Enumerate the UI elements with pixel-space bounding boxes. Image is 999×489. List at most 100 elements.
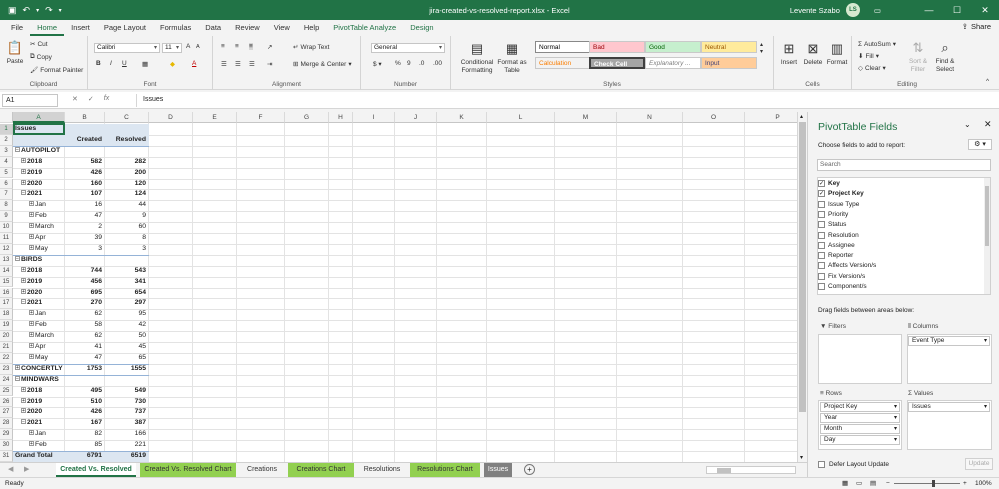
scroll-thumb[interactable] (799, 122, 806, 412)
expand-icon[interactable]: + (29, 223, 34, 229)
save-icon[interactable]: ▣ (8, 5, 17, 16)
value-created[interactable]: 3 (65, 244, 102, 255)
value-resolved[interactable]: 60 (105, 222, 146, 233)
sheet-tab[interactable]: Creations Chart (288, 463, 354, 477)
align-left-icon[interactable]: ☰ (221, 60, 227, 68)
percent-icon[interactable]: % (395, 60, 401, 67)
collapse-icon[interactable]: − (15, 375, 20, 381)
row-header[interactable]: 16 (0, 287, 13, 299)
field-search-input[interactable]: Search (817, 159, 991, 171)
conditional-formatting-button[interactable]: ▤ Conditional Formatting (455, 41, 499, 74)
column-header[interactable]: K (437, 112, 487, 123)
fill-color-icon[interactable]: ◆ (170, 60, 175, 68)
tab-design[interactable]: Design (403, 20, 440, 36)
tab-help[interactable]: Help (297, 20, 326, 36)
copy-button[interactable]: ⧉ Copy (30, 53, 52, 61)
value-created[interactable]: 582 (65, 157, 102, 168)
delete-cells-button[interactable]: ⊠ Delete (802, 41, 824, 67)
rows-item-project-key[interactable]: Project Key (820, 402, 900, 412)
column-header[interactable]: D (149, 112, 193, 123)
value-created[interactable]: 47 (65, 353, 102, 364)
expand-icon[interactable]: + (21, 277, 26, 283)
expand-icon[interactable]: + (21, 288, 26, 294)
value-resolved[interactable]: 3 (105, 244, 146, 255)
cell-style-bad[interactable]: Bad (589, 41, 645, 53)
value-created[interactable]: 41 (65, 342, 102, 353)
pivot-field-item[interactable]: Priority (818, 210, 848, 218)
add-sheet-icon[interactable]: + (524, 464, 535, 475)
row-header[interactable]: 20 (0, 331, 13, 342)
row-header[interactable]: 22 (0, 352, 13, 364)
share-button[interactable]: ⇪ Share (962, 22, 991, 31)
value-resolved[interactable]: 50 (105, 331, 146, 342)
page-break-view-icon[interactable]: ▤ (870, 478, 876, 489)
zoom-level[interactable]: 100% (975, 478, 992, 489)
row-header[interactable]: 6 (0, 178, 13, 190)
unchecked-checkbox[interactable] (818, 272, 825, 280)
unchecked-checkbox[interactable] (818, 283, 825, 290)
font-color-icon[interactable]: A (192, 60, 196, 67)
sheet-tab[interactable]: Resolutions (358, 463, 406, 477)
value-resolved[interactable]: 387 (105, 418, 146, 429)
value-resolved[interactable]: 1555 (105, 364, 146, 375)
unchecked-checkbox[interactable] (818, 210, 825, 218)
row-header[interactable]: 17 (0, 298, 13, 310)
cell-style-calculation[interactable]: Calculation (535, 57, 591, 69)
pivot-row-label[interactable]: − BIRDS (15, 255, 85, 266)
value-created[interactable]: 58 (65, 320, 102, 331)
row-header[interactable]: 24 (0, 374, 13, 386)
column-header[interactable]: M (555, 112, 617, 123)
field-list-settings-icon[interactable]: ⚙ ▾ (968, 139, 992, 150)
column-header[interactable]: A (13, 112, 65, 123)
increase-decimal-icon[interactable]: .0 (419, 60, 424, 67)
cell-style-check-cell[interactable]: Check Cell (589, 57, 645, 69)
pivot-field-item[interactable]: ✓ Key (818, 180, 840, 187)
expand-icon[interactable]: + (29, 430, 34, 436)
format-as-table-button[interactable]: ▦ Format as Table (497, 41, 527, 74)
row-header[interactable]: 21 (0, 342, 13, 353)
zoom-slider-thumb[interactable] (932, 480, 935, 487)
cell-style-explanatory[interactable]: Explanatory ... (645, 57, 701, 69)
row-header[interactable]: 11 (0, 233, 13, 244)
align-center-icon[interactable]: ☰ (235, 60, 241, 68)
align-bottom-icon[interactable]: ≡ (249, 43, 253, 50)
scroll-thumb[interactable] (717, 468, 731, 473)
value-created[interactable]: 16 (65, 200, 102, 211)
collapse-icon[interactable]: − (21, 419, 26, 425)
value-created[interactable]: 510 (65, 397, 102, 408)
value-created[interactable]: 2 (65, 222, 102, 233)
expand-icon[interactable]: + (21, 266, 26, 272)
unchecked-checkbox[interactable] (818, 252, 825, 260)
pivot-field-item[interactable]: Affects Version/s (818, 262, 876, 270)
expand-icon[interactable]: + (29, 332, 34, 338)
tab-pivottable-analyze[interactable]: PivotTable Analyze (326, 20, 403, 36)
unchecked-checkbox[interactable] (818, 200, 825, 208)
value-resolved[interactable]: 65 (105, 353, 146, 364)
column-header[interactable]: G (285, 112, 329, 123)
insert-cells-button[interactable]: ⊞ Insert (778, 41, 800, 67)
value-created[interactable]: 47 (65, 211, 102, 222)
sheet-tab[interactable]: Resolutions Chart (410, 463, 480, 477)
ribbon-display-options-icon[interactable]: ▭ (874, 6, 881, 15)
row-header[interactable]: 2 (0, 134, 13, 146)
cancel-icon[interactable]: ✕ (72, 95, 78, 103)
name-box[interactable]: A1 (2, 94, 58, 107)
cut-button[interactable]: ✂ Cut (30, 40, 48, 49)
value-resolved[interactable]: 44 (105, 200, 146, 211)
column-header[interactable]: L (487, 112, 555, 123)
update-button[interactable]: Update (965, 458, 993, 470)
defer-checkbox-box[interactable] (818, 461, 825, 468)
pivot-row-label[interactable]: − MINDWARS (15, 375, 85, 386)
row-header[interactable]: 1 (0, 124, 13, 135)
collapse-icon[interactable]: − (21, 299, 26, 305)
zoom-in-icon[interactable]: + (963, 478, 967, 489)
value-created[interactable]: 495 (65, 386, 102, 397)
enter-icon[interactable]: ✓ (88, 95, 94, 103)
pivot-field-item[interactable]: Assignee (818, 241, 855, 249)
cell-style-neutral[interactable]: Neutral (701, 41, 757, 53)
align-middle-icon[interactable]: ≡ (235, 43, 239, 50)
value-resolved[interactable]: 95 (105, 309, 146, 320)
value-created[interactable]: 82 (65, 429, 102, 440)
wrap-text-button[interactable]: ↵ Wrap Text (293, 43, 329, 52)
row-header[interactable]: 15 (0, 276, 13, 288)
